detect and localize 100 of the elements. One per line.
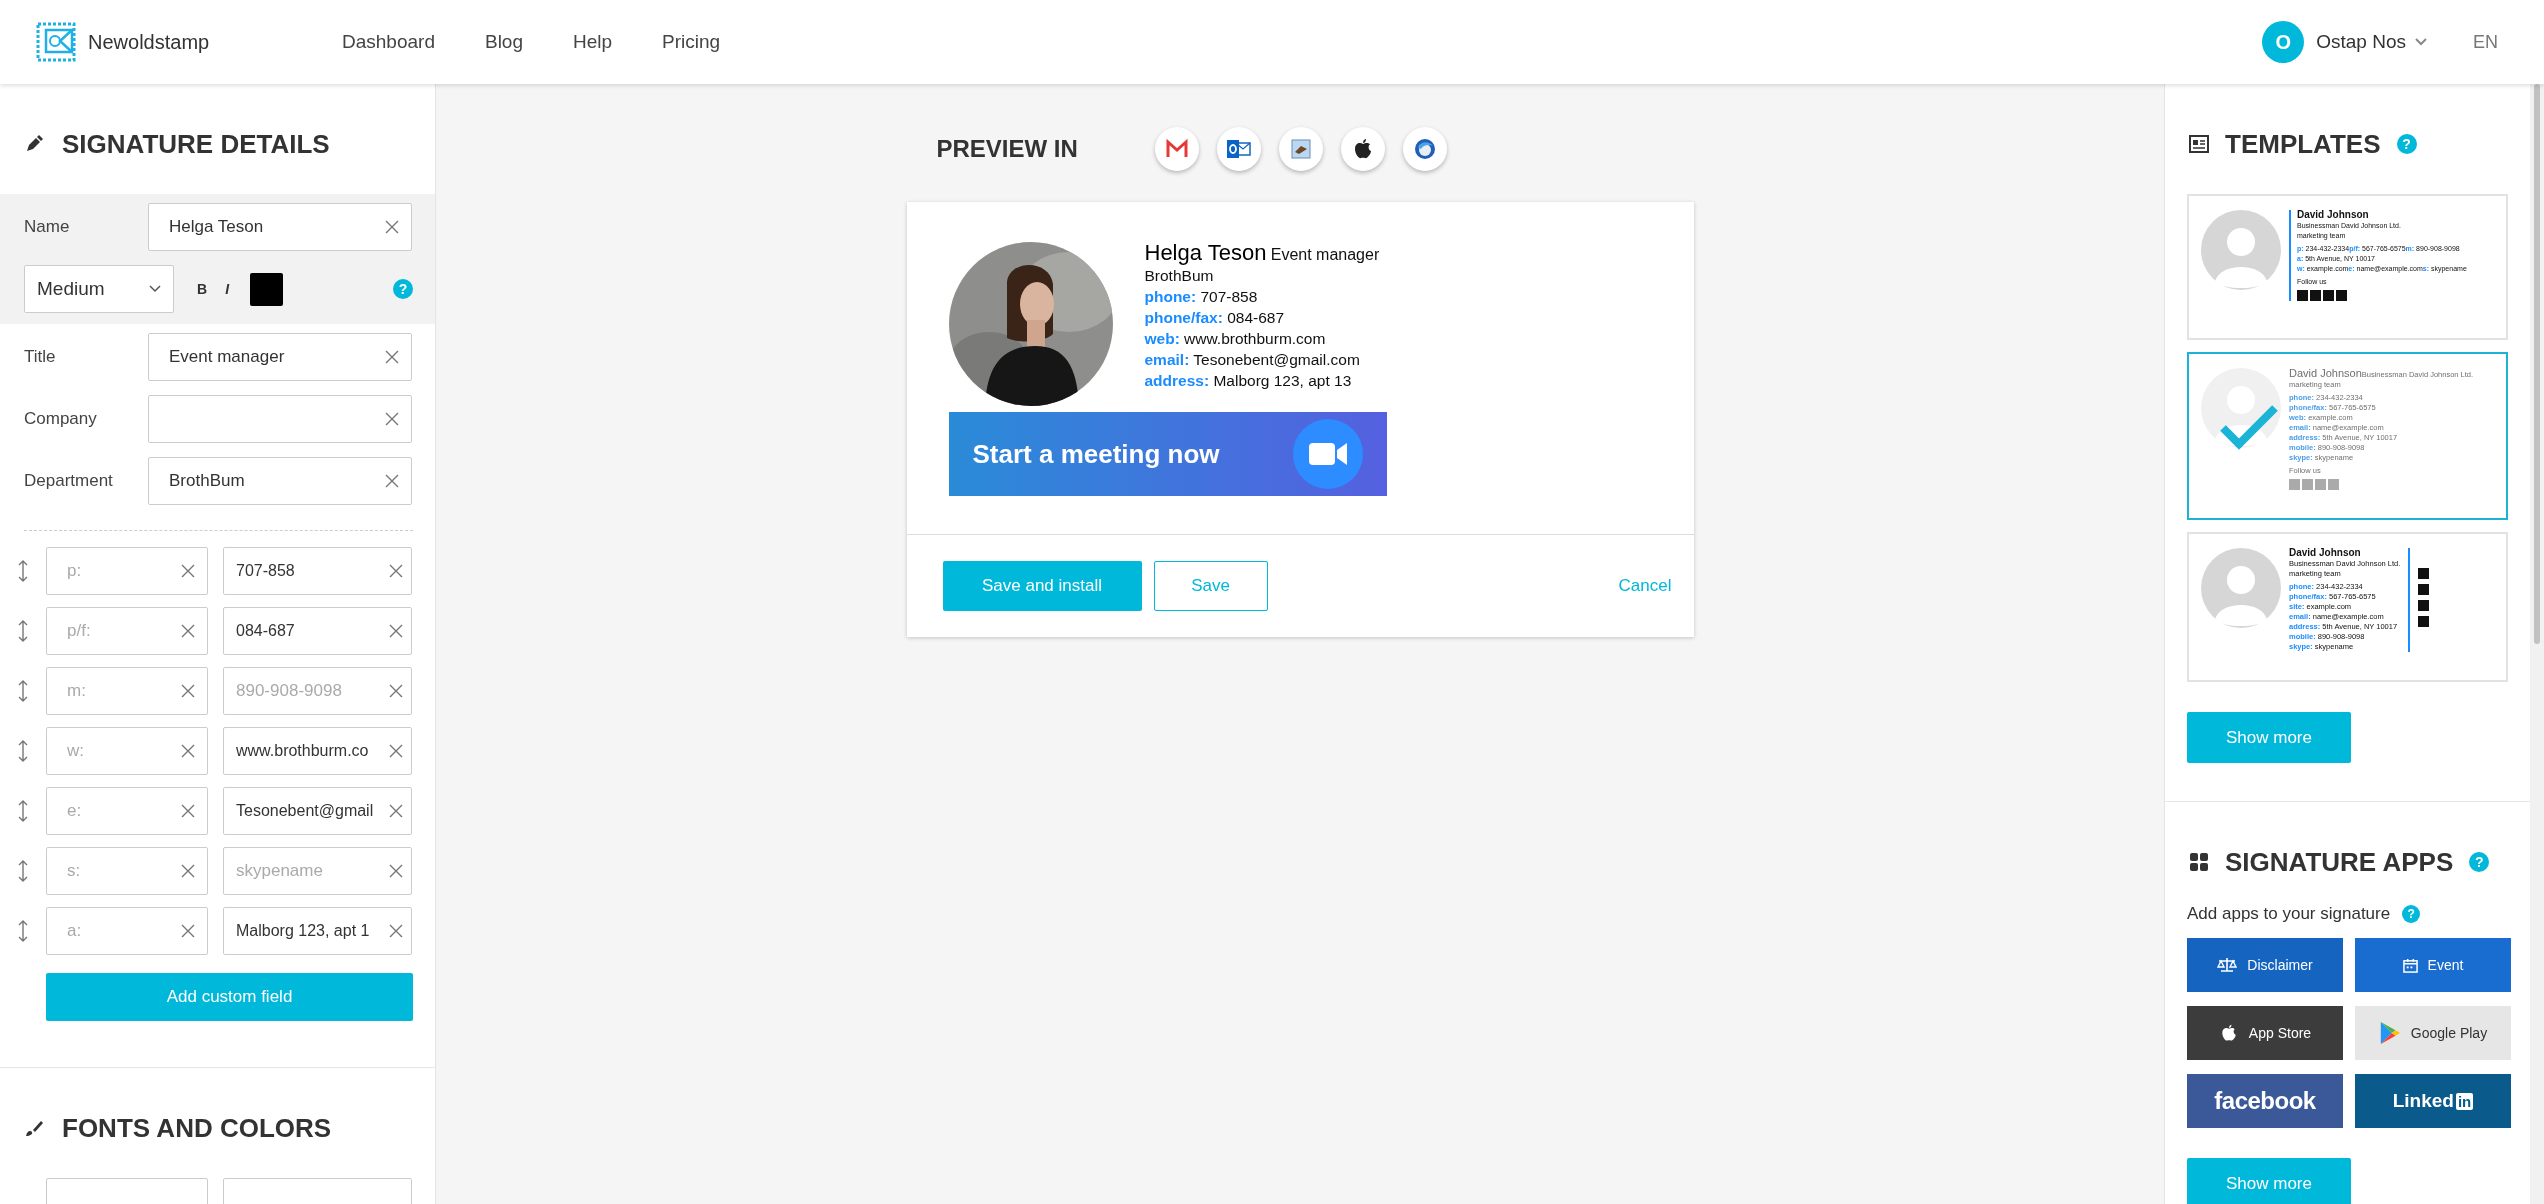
clear-icon[interactable] [385,474,399,488]
scales-icon [2217,957,2238,973]
template-name: David Johnson [2289,547,2361,558]
bold-button[interactable]: B [194,279,211,299]
scrollbar[interactable] [2530,84,2544,1204]
template-name: David Johnson [2289,367,2362,379]
video-camera-icon [1292,419,1363,489]
social-icon [2328,479,2339,490]
envelope-badge-icon [1225,137,1252,161]
clear-icon[interactable] [389,744,403,758]
value-field[interactable]: www.brothburm.co [223,727,412,775]
brush-icon [24,1118,44,1138]
clear-icon[interactable] [385,350,399,364]
clear-icon[interactable] [389,864,403,878]
signature-contact-line: phone: 707-858 [1144,287,1259,307]
section-title: TEMPLATES [2225,128,2381,160]
social-icon [2323,290,2334,301]
section-title: SIGNATURE APPS [2225,846,2454,878]
drag-handle-icon[interactable] [18,679,28,703]
template-name: David Johnson [2297,209,2369,220]
chevron-down-icon[interactable] [2415,38,2427,46]
section-title: SIGNATURE DETAILS [62,128,330,160]
user-name[interactable]: Ostap Nos [2316,31,2406,53]
field-label: Name [24,217,71,237]
signature-company: BrothBum [1144,266,1215,286]
nav-link[interactable]: Blog [484,27,523,57]
clear-icon[interactable] [181,744,195,758]
language-selector[interactable]: EN [2473,31,2498,53]
checkmark-icon [2219,404,2279,450]
app-button[interactable]: Linked in [2355,1074,2511,1128]
drag-handle-icon[interactable] [18,859,28,883]
clear-icon[interactable] [385,412,399,426]
italic-button[interactable]: I [222,279,232,299]
clear-icon[interactable] [181,864,195,878]
preview-title: PREVIEW IN [935,135,1079,163]
app-button[interactable]: App Store [2187,1006,2343,1060]
drag-handle-icon[interactable] [18,739,28,763]
grid-icon [2189,852,2209,872]
clear-icon[interactable] [389,564,403,578]
value-field[interactable]: 707-858 [223,547,412,595]
social-icon [2418,616,2430,627]
social-icon [2418,584,2430,595]
client-button[interactable] [1402,127,1447,171]
person-silhouette-icon [2201,548,2281,628]
social-icon [2418,600,2430,611]
stamp-envelope-icon [36,22,76,62]
text-field[interactable]: Event manager [148,333,412,381]
person-silhouette-icon [2201,368,2281,448]
app-button[interactable]: Event [2355,938,2511,992]
name-field[interactable]: Helga Teson [148,203,412,251]
value-field[interactable]: 084-687 [223,607,412,655]
template-card[interactable] [2187,352,2508,520]
field-label: Department [24,471,114,491]
signature-contact-line: address: Malborg 123, apt 13 [1144,371,1353,391]
clear-icon[interactable] [181,924,195,938]
app-button[interactable]: Disclaimer [2187,938,2343,992]
signature-title: Event manager [1270,246,1380,263]
color-swatch[interactable] [250,272,283,306]
signature-contact-line: phone/fax: 084-687 [1144,308,1286,328]
value-field[interactable]: Tesonebent@gmail [223,787,412,835]
brand-name[interactable]: Newoldstamp [88,30,210,54]
signature-name: Helga Teson [1144,240,1267,265]
nav-link[interactable]: Dashboard [342,27,435,57]
social-icon [2302,479,2313,490]
meeting-banner[interactable]: Start a meeting now [948,412,1387,496]
app-button[interactable]: facebook [2187,1074,2343,1128]
clear-icon[interactable] [181,624,195,638]
app-button[interactable]: Google Play [2355,1006,2511,1060]
social-icon [2297,290,2308,301]
play-triangle-icon [2378,1021,2401,1045]
section-title: FONTS AND COLORS [62,1112,332,1144]
drag-handle-icon[interactable] [18,799,28,823]
apps-subtitle: Add apps to your signature [2187,904,2391,924]
clear-icon[interactable] [389,624,403,638]
clear-icon[interactable] [181,564,195,578]
drag-handle-icon[interactable] [18,919,28,943]
nav-link[interactable]: Pricing [662,27,721,57]
clear-icon[interactable] [389,804,403,818]
nav-link[interactable]: Help [573,27,613,57]
signature-contact-line: email: Tesonebent@gmail.com [1144,350,1361,370]
clear-icon[interactable] [181,684,195,698]
clear-icon[interactable] [389,924,403,938]
calendar-icon [2402,957,2418,973]
text-field[interactable] [148,395,412,443]
social-icon [2336,290,2347,301]
clear-icon[interactable] [389,684,403,698]
social-icon [2289,479,2300,490]
stamp-icon [1288,137,1313,161]
chevron-down-icon [149,285,161,293]
field-label: Company [24,409,98,429]
person-silhouette-icon [2201,210,2281,290]
social-icon [2315,479,2326,490]
clear-icon[interactable] [181,804,195,818]
drag-handle-icon[interactable] [18,619,28,643]
size-select[interactable]: Medium [24,265,174,313]
clear-icon[interactable] [385,220,399,234]
drag-handle-icon[interactable] [18,559,28,583]
client-button[interactable] [1340,127,1385,171]
value-field[interactable]: Malborg 123, apt 1 [223,907,412,955]
text-field[interactable]: BrothBum [148,457,412,505]
